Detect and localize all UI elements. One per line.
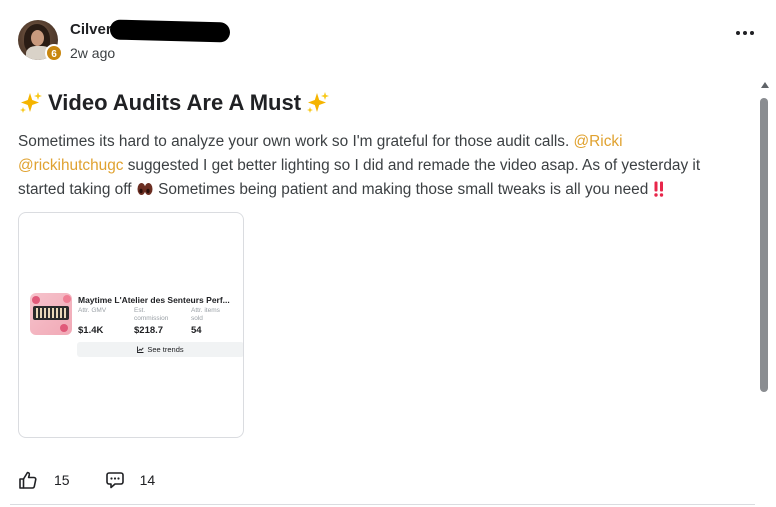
comment-count: 14 — [139, 472, 156, 488]
mention-rickihutchugc[interactable]: @rickihutchugc — [18, 157, 123, 174]
divider — [10, 504, 755, 505]
comment-icon — [105, 472, 124, 489]
sparkles-emoji-left — [20, 92, 42, 113]
body-text-3: Sometimes being patient and making those… — [153, 181, 653, 198]
eyes-emoji — [137, 183, 153, 195]
post-actions: 15 14 — [18, 468, 155, 492]
post-title: Video Audits Are A Must — [48, 90, 302, 115]
scrollbar-thumb[interactable] — [760, 98, 768, 392]
attachment-image[interactable]: Maytime L'Atelier des Senteurs Perf... A… — [18, 212, 244, 438]
comment-button[interactable]: 14 — [105, 471, 156, 489]
post-card: 6 Cilver 2w ago Video Audits Are A Must … — [0, 0, 776, 507]
metric-commission: Est. commission $218.7 — [134, 307, 169, 336]
level-badge: 6 — [45, 44, 63, 62]
thumbs-up-icon — [19, 471, 37, 489]
post-timestamp[interactable]: 2w ago — [70, 45, 115, 61]
scrollbar[interactable] — [758, 82, 772, 507]
metric-gmv: Attr. GMV $1.4K — [78, 307, 107, 336]
author-name[interactable]: Cilver — [70, 21, 112, 38]
body-text-1: Sometimes its hard to analyze your own w… — [18, 133, 574, 150]
like-count: 15 — [54, 472, 70, 488]
mention-ricki[interactable]: @Ricki — [574, 133, 623, 150]
post-title-row: Video Audits Are A Must — [18, 90, 331, 116]
product-name: Maytime L'Atelier des Senteurs Perf... — [78, 295, 230, 305]
post-body: Sometimes its hard to analyze your own w… — [18, 130, 738, 202]
metric-items-sold: Attr. items sold 54 — [191, 307, 220, 336]
double-exclamation-emoji — [653, 181, 663, 197]
product-thumbnail — [30, 293, 72, 335]
see-trends-button[interactable]: See trends — [77, 342, 243, 357]
scroll-up-arrow-icon[interactable] — [761, 82, 769, 88]
redaction-bar — [109, 19, 231, 43]
more-horizontal-icon — [736, 31, 740, 35]
sparkles-emoji-right — [307, 92, 330, 113]
trend-chart-icon — [137, 346, 144, 353]
like-button[interactable]: 15 — [18, 470, 70, 490]
more-options-button[interactable] — [730, 22, 760, 44]
